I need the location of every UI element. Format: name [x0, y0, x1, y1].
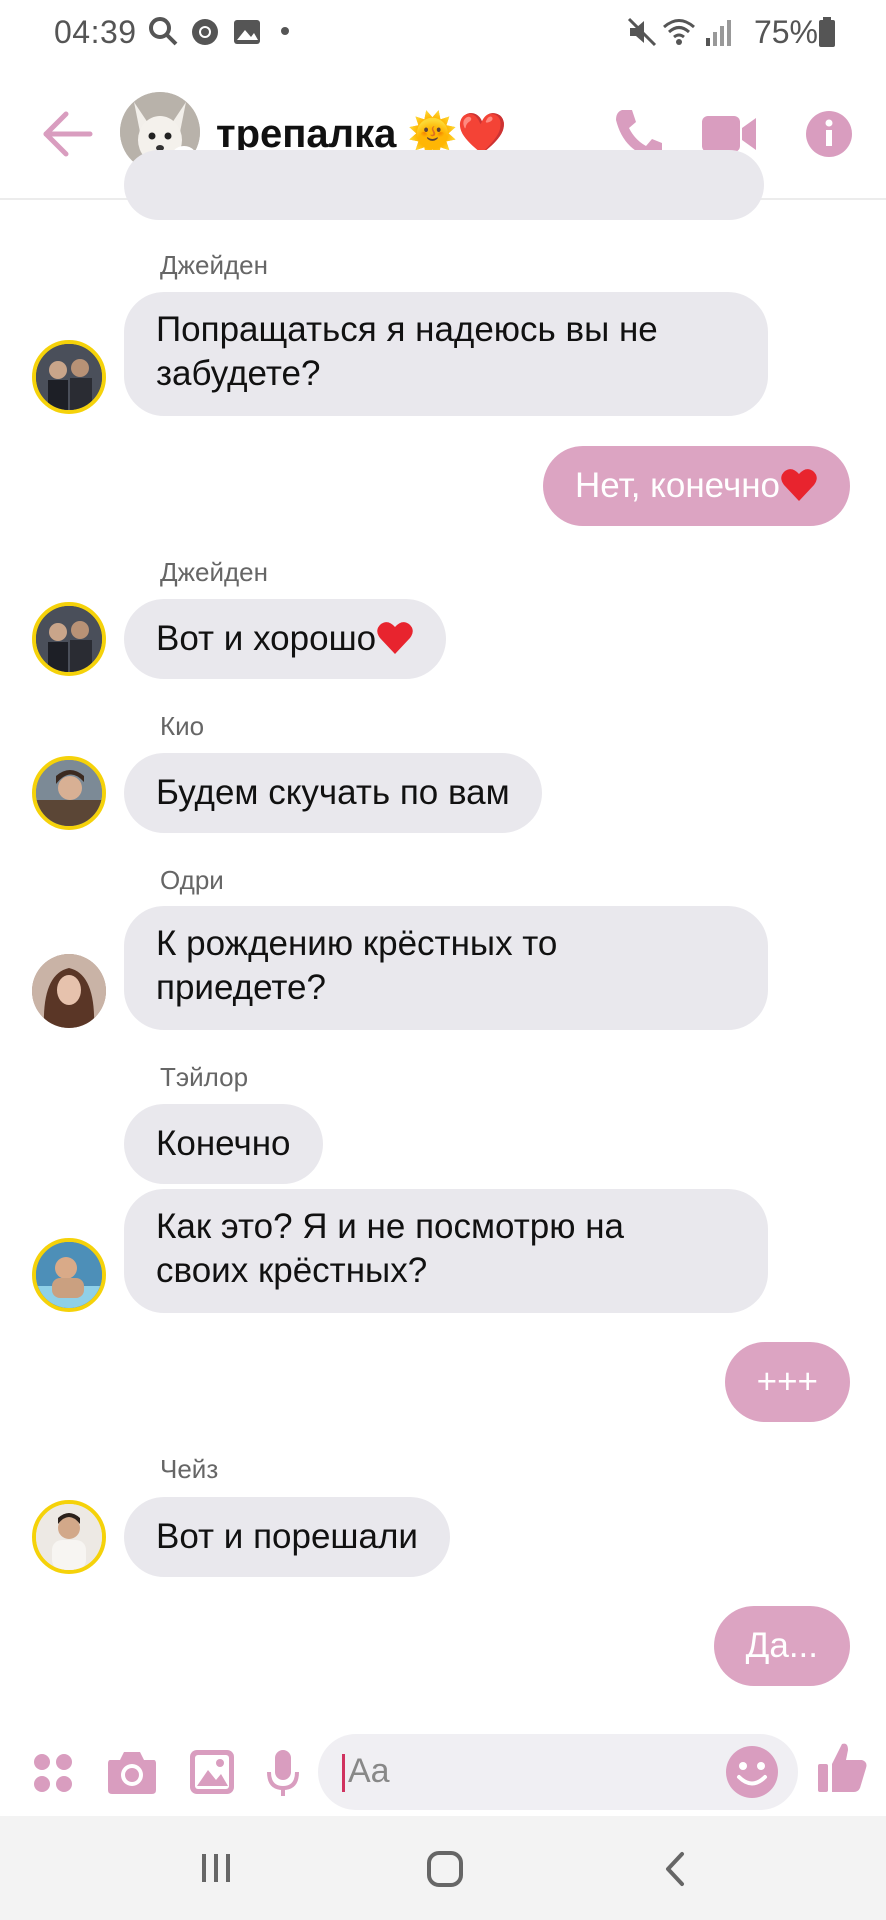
message-bubble[interactable]: Попращаться я надеюсь вы не забудете? [124, 292, 768, 416]
message-text: Будем скучать по вам [156, 773, 510, 812]
red-heart-icon [781, 469, 817, 501]
avatar-photo [36, 606, 102, 672]
avatar-photo [36, 344, 102, 410]
system-nav-bar [0, 1816, 886, 1920]
message-text: Конечно [156, 1124, 291, 1163]
text-caret [342, 1754, 345, 1792]
message-bubble[interactable]: Как это? Я и не посмотрю на своих крёстн… [124, 1189, 768, 1313]
avatar-kio[interactable] [32, 756, 106, 830]
message-text-line: забудете? [156, 354, 321, 393]
message-text-line: Как это? Я и не посмотрю на [156, 1207, 625, 1246]
camera-icon[interactable] [106, 1748, 158, 1796]
message-bubble[interactable]: Будем скучать по вам [124, 753, 542, 833]
sender-name: Одри [160, 865, 224, 895]
thumbs-up-icon[interactable] [816, 1740, 868, 1796]
signal-icon [706, 20, 731, 46]
back-arrow-icon[interactable] [40, 106, 96, 162]
mic-icon[interactable] [266, 1748, 300, 1798]
emoji-icon[interactable] [724, 1744, 780, 1800]
mute-icon [627, 17, 657, 47]
recents-icon[interactable] [198, 1850, 234, 1886]
sender-name: Чейз [160, 1454, 219, 1484]
chrome-icon [192, 19, 218, 45]
message-input[interactable]: Aa [318, 1734, 798, 1810]
message-composer: Aa [0, 1730, 886, 1816]
message-input-placeholder: Aa [348, 1752, 390, 1790]
message-text: +++ [756, 1362, 818, 1401]
avatar-jayden[interactable] [32, 340, 106, 414]
sender-name: Джейден [160, 557, 268, 587]
sender-name: Кио [160, 711, 205, 741]
message-text: Вот и порешали [156, 1517, 418, 1556]
message-text-line: приедете? [156, 968, 326, 1007]
notification-dot-icon [281, 27, 289, 35]
avatar-photo [36, 760, 102, 826]
red-heart-icon [377, 622, 413, 654]
avatar-photo [32, 954, 106, 1028]
avatar-taylor[interactable] [32, 1238, 106, 1312]
home-icon[interactable] [426, 1850, 464, 1888]
avatar-jayden[interactable] [32, 602, 106, 676]
message-text-line: К рождению крёстных то [156, 924, 558, 963]
my-message-bubble[interactable]: Да... [713, 1606, 850, 1686]
search-icon [149, 17, 178, 46]
battery-icon [819, 17, 835, 47]
message-bubble[interactable]: Вот и порешали [124, 1497, 450, 1577]
avatar-photo [36, 1504, 102, 1570]
sender-name: Тэйлор [160, 1062, 249, 1092]
status-time: 04:39 [54, 14, 137, 50]
gallery-icon [234, 20, 260, 44]
my-message-bubble[interactable]: +++ [724, 1342, 850, 1422]
image-icon[interactable] [188, 1748, 236, 1796]
message-text-line: Попращаться я надеюсь вы не [156, 310, 658, 349]
nav-back-icon[interactable] [662, 1850, 688, 1888]
info-icon[interactable] [804, 106, 854, 162]
apps-icon[interactable] [32, 1752, 74, 1794]
message-bubble[interactable]: Вот и хорошо [124, 599, 447, 679]
message-bubble[interactable]: К рождению крёстных то приедете? [124, 906, 768, 1030]
message-bubble-partial [124, 150, 764, 220]
message-text-line: своих крёстных? [156, 1251, 428, 1290]
message-bubble[interactable]: Конечно [124, 1104, 323, 1184]
wifi-icon [663, 19, 695, 45]
avatar-photo [36, 1242, 102, 1308]
message-text: Нет, конечно [574, 466, 780, 505]
my-message-bubble[interactable]: Нет, конечно [542, 446, 850, 526]
status-bar: 04:39 75% [0, 0, 886, 70]
message-text: Вот и хорошо [156, 619, 377, 658]
message-text: Да... [745, 1626, 818, 1665]
battery-percent: 75% [753, 14, 818, 50]
avatar-audrey[interactable] [32, 954, 106, 1028]
avatar-chase[interactable] [32, 1500, 106, 1574]
sender-name: Джейден [160, 250, 268, 280]
